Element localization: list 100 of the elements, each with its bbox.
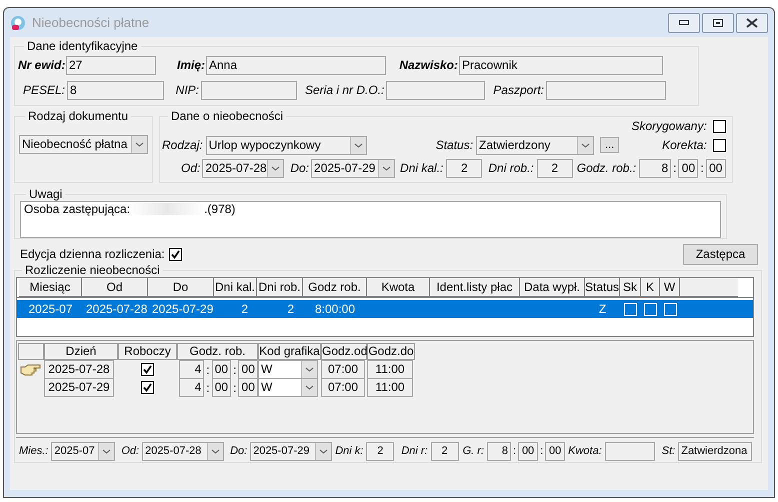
dropdown[interactable]: Nieobecność płatna (19, 135, 148, 154)
time-separator: : (205, 380, 211, 396)
text-field[interactable]: Zatwierdzona (678, 442, 752, 461)
time-separator: : (205, 362, 211, 378)
column-header[interactable]: Sk (620, 278, 641, 297)
text-field[interactable]: 00 (678, 158, 698, 178)
text-field[interactable]: 2025-07-28 (44, 360, 114, 379)
text-field[interactable]: 00 (545, 442, 566, 461)
dropdown[interactable]: 2025-07-29 (250, 442, 332, 461)
more-button[interactable]: ... (600, 137, 620, 153)
column-header[interactable]: Kwota (367, 278, 430, 297)
text-field[interactable]: Anna (206, 56, 386, 74)
maximize-button[interactable] (702, 12, 734, 32)
column-header[interactable]: Dni rob. (257, 278, 303, 297)
column-header[interactable]: Godz.do (367, 343, 415, 360)
column-header[interactable]: Godz. rob. (177, 343, 258, 360)
text-field[interactable]: 00 (212, 360, 232, 379)
column-header[interactable]: Do (148, 278, 214, 297)
checkbox[interactable] (712, 120, 726, 132)
text-field[interactable]: 2 (446, 158, 482, 178)
dropdown[interactable]: 2025-07-28 (142, 442, 224, 461)
column-header[interactable]: Data wypł. (520, 278, 585, 297)
text-field[interactable]: 2 (430, 442, 459, 461)
text-field[interactable]: 00 (212, 378, 232, 397)
dropdown[interactable]: 2025-07-28 (202, 158, 284, 178)
field-label: Nazwisko: (399, 58, 458, 72)
text-field[interactable]: 8 (639, 158, 672, 178)
column-header[interactable]: Roboczy (118, 343, 177, 360)
column-header[interactable]: Miesiąc (19, 278, 82, 297)
column-header[interactable]: Status (585, 278, 620, 297)
time-separator: : (232, 380, 238, 396)
text-field[interactable] (546, 80, 666, 100)
notes-field[interactable]: Osoba zastępująca: .(978) (20, 201, 721, 238)
text-field[interactable] (604, 442, 655, 461)
field-label: Od: (181, 160, 200, 177)
group-title: Dane o nieobecności (170, 109, 284, 123)
maximize-icon (713, 18, 723, 26)
text-field[interactable]: 00 (238, 360, 258, 379)
column-header[interactable]: K (641, 278, 660, 297)
field-label: G. r: (462, 444, 484, 460)
column-header[interactable]: W (660, 278, 680, 297)
text-field[interactable]: 2 (536, 158, 573, 178)
field-label: Seria i nr D.O.: (305, 83, 384, 97)
text-field[interactable]: Pracownik (459, 56, 663, 74)
table-cell: 2 (241, 302, 248, 316)
dropdown[interactable]: Zatwierdzony (476, 136, 594, 154)
field-label: PESEL: (22, 83, 65, 97)
text-field[interactable]: 2025-07-29 (44, 378, 114, 397)
field-label: NIP: (176, 83, 199, 97)
field-label: St: (662, 444, 676, 460)
minimize-icon (679, 20, 689, 25)
group-title: Rodzaj dokumentu (27, 109, 130, 123)
checkbox[interactable] (141, 363, 154, 376)
text-field[interactable]: 00 (518, 442, 538, 461)
text-field[interactable]: 07:00 (321, 360, 365, 379)
text-field[interactable]: 11:00 (367, 360, 413, 379)
dropdown[interactable]: 2025-07-29 (311, 158, 396, 178)
text-field[interactable] (386, 80, 485, 100)
field-label: Do: (230, 444, 248, 460)
text-field[interactable]: 00 (706, 158, 726, 178)
dropdown[interactable]: W (258, 360, 318, 379)
minimize-button[interactable] (668, 12, 700, 32)
text-field[interactable]: 27 (66, 56, 156, 74)
check-icon (170, 250, 180, 258)
field-label: Dni rob.: (488, 161, 534, 175)
close-button[interactable] (736, 12, 768, 32)
column-header[interactable]: Godz.od (321, 343, 367, 360)
table-cell: Z (598, 302, 606, 316)
text-field[interactable]: 07:00 (321, 378, 365, 397)
checkbox[interactable] (141, 381, 154, 394)
text-field[interactable]: 8 (487, 442, 511, 461)
field-label: Nr ewid: (18, 58, 66, 72)
field-label: Status: (436, 138, 474, 152)
table-cell: 2025-07 (28, 302, 73, 316)
dropdown[interactable]: W (258, 378, 318, 397)
checkbox[interactable] (712, 138, 726, 152)
substitute-button[interactable]: Zastępca (683, 244, 758, 264)
column-header[interactable]: Od (82, 278, 148, 297)
column-header[interactable]: Ident.listy płac (430, 278, 520, 297)
field-label: Rodzaj: (162, 137, 203, 154)
column-header[interactable]: Kod grafika (258, 343, 321, 360)
group-title: Rozliczenie nieobecności (24, 263, 161, 277)
app-icon (10, 14, 26, 30)
text-field[interactable]: 4 (179, 360, 204, 379)
checkbox[interactable] (168, 248, 182, 260)
text-field[interactable]: 4 (179, 378, 204, 397)
dropdown[interactable]: 2025-07 (51, 442, 116, 461)
dropdown[interactable]: Urlop wypoczynkowy (206, 136, 367, 154)
text-field[interactable]: 2 (366, 442, 394, 461)
time-separator: : (232, 362, 238, 378)
pointing-hand-icon (20, 364, 42, 376)
text-field[interactable] (201, 80, 297, 100)
chevron-down-icon (319, 449, 328, 454)
field-label: Paszport: (493, 83, 544, 97)
text-field[interactable]: 11:00 (367, 378, 413, 397)
column-header[interactable]: Dzień (44, 343, 118, 360)
column-header[interactable]: Dni kal. (214, 278, 257, 297)
text-field[interactable]: 8 (67, 80, 164, 100)
column-header[interactable]: Godz rob. (303, 278, 367, 297)
text-field[interactable]: 00 (238, 378, 258, 397)
